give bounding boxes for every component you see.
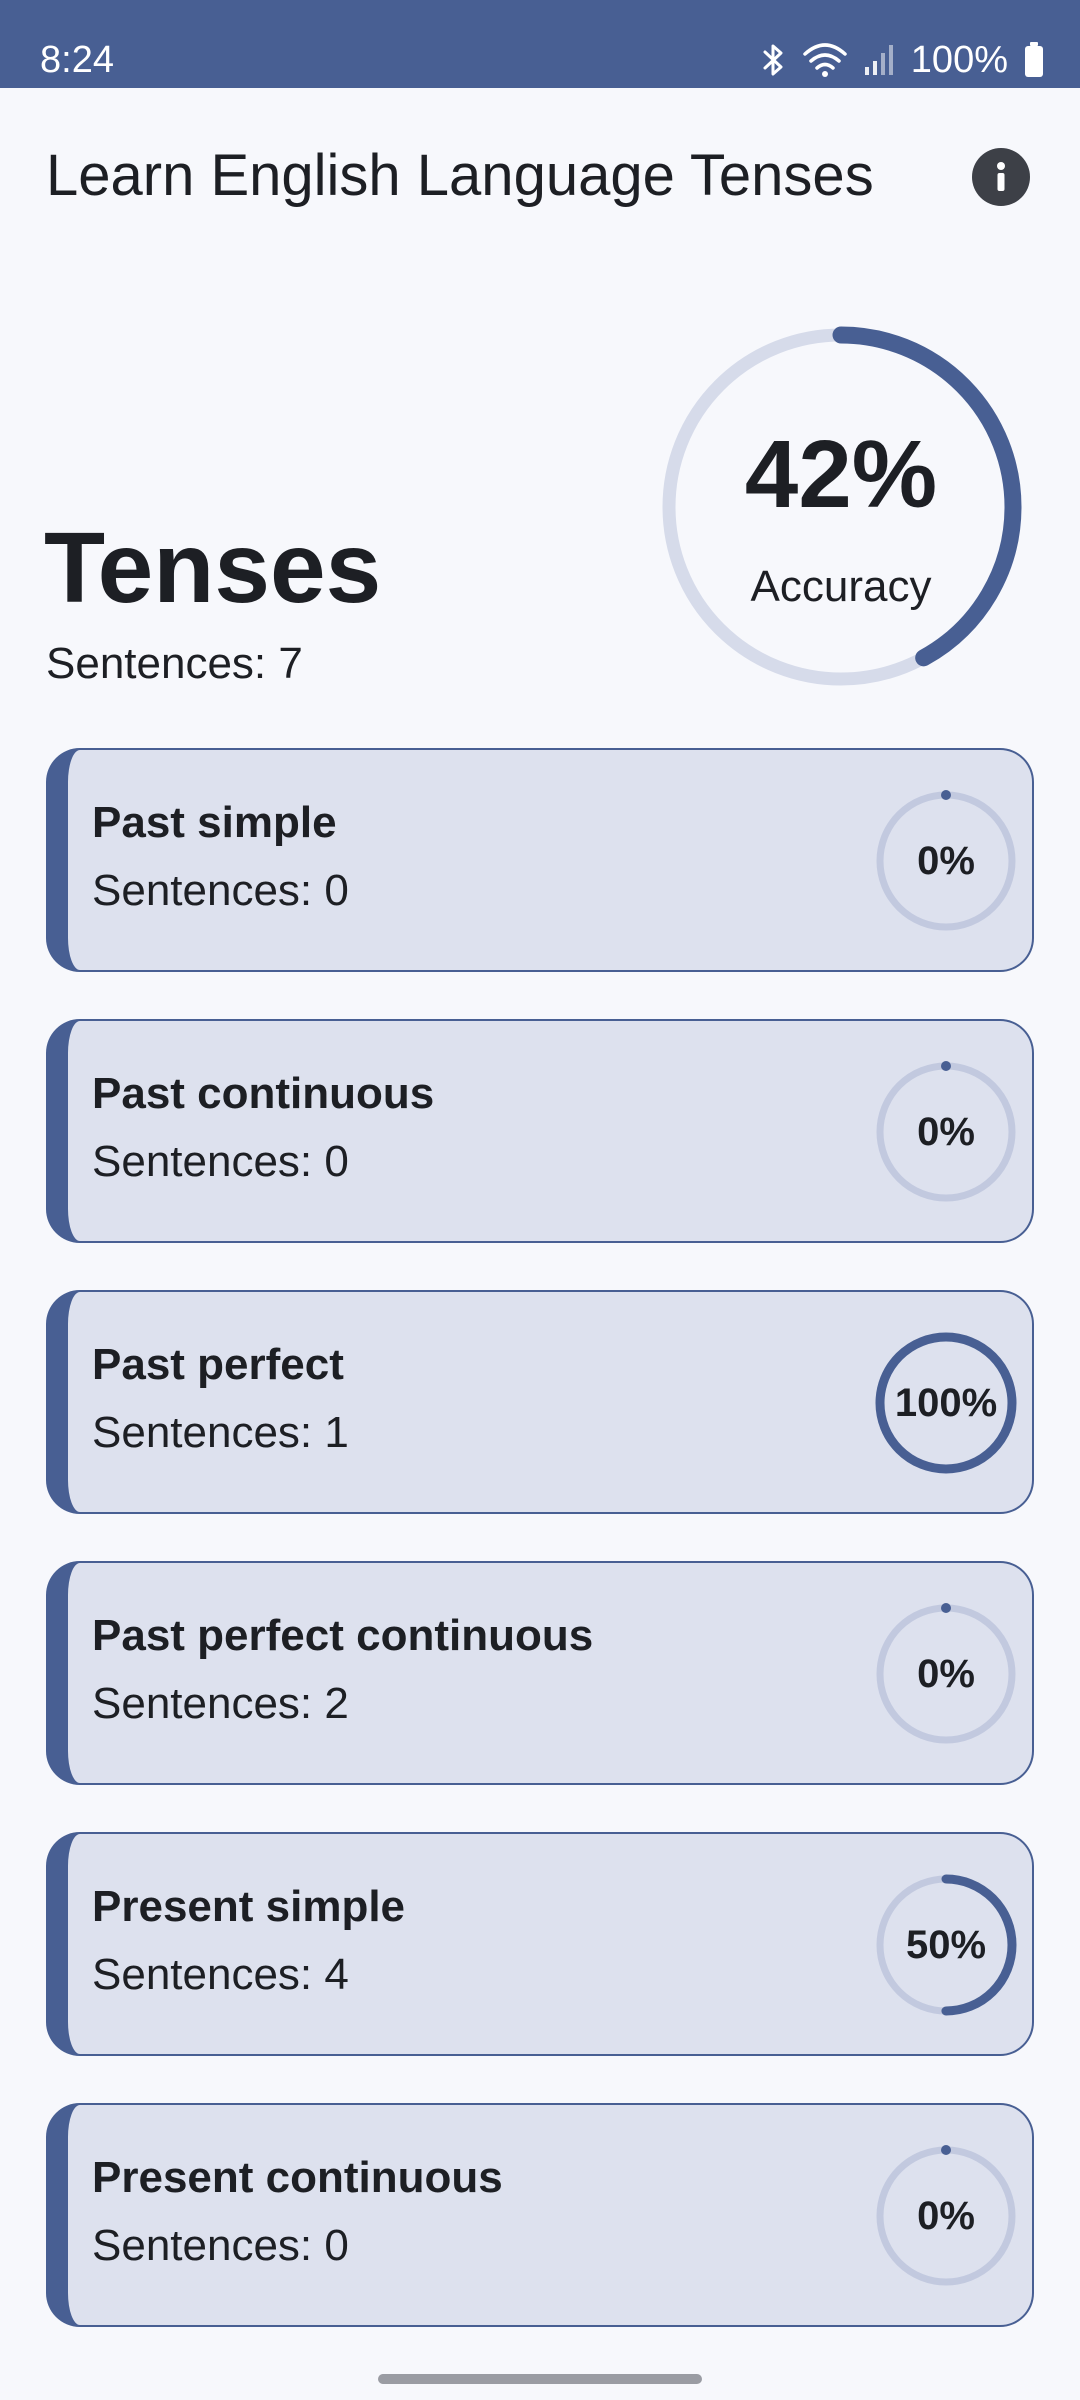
- tense-progress-ring: 100%: [872, 1329, 1020, 1477]
- tense-percent: 0%: [917, 1652, 975, 1696]
- tense-sentence-count: Sentences: 2: [92, 1679, 349, 1728]
- tense-name: Past perfect: [92, 1340, 344, 1389]
- tense-card[interactable]: Past perfect Sentences: 1 100%: [46, 1290, 1034, 1514]
- tense-sentence-count: Sentences: 0: [92, 1137, 349, 1186]
- tense-ring-progress-dot: [941, 2145, 951, 2155]
- tense-ring-progress-dot: [941, 790, 951, 800]
- tense-progress-ring: 50%: [872, 1871, 1020, 2019]
- accuracy-value: 42%: [744, 421, 938, 528]
- status-time: 8:24: [40, 39, 114, 81]
- tense-progress-ring: 0%: [872, 2142, 1020, 2290]
- info-icon: [997, 162, 1005, 191]
- bluetooth-icon: [759, 43, 787, 77]
- tense-percent: 100%: [894, 1381, 998, 1425]
- tense-card[interactable]: Present continuous Sentences: 0 0%: [46, 2103, 1034, 2327]
- tense-card[interactable]: Past continuous Sentences: 0 0%: [46, 1019, 1034, 1243]
- tense-list: Past simple Sentences: 0 0% Past continu…: [46, 748, 1034, 2374]
- battery-percent: 100%: [910, 39, 1008, 81]
- info-button[interactable]: [972, 148, 1030, 206]
- gesture-navigation-bar[interactable]: [378, 2374, 702, 2384]
- tense-sentence-count: Sentences: 1: [92, 1408, 349, 1457]
- tense-name: Present simple: [92, 1882, 406, 1931]
- tense-percent: 0%: [917, 2194, 975, 2238]
- tense-sentence-count: Sentences: 0: [92, 866, 349, 915]
- tense-percent: 50%: [905, 1923, 987, 1967]
- tense-ring-progress-dot: [941, 1603, 951, 1613]
- status-bar: 8:24 100%: [0, 0, 1080, 88]
- summary-title: Tenses: [44, 512, 382, 624]
- status-icons: 100%: [759, 36, 1044, 84]
- battery-icon: [1024, 42, 1044, 78]
- tense-name: Present continuous: [92, 2153, 503, 2202]
- signal-icon: [863, 43, 895, 77]
- tense-card[interactable]: Past perfect continuous Sentences: 2 0%: [46, 1561, 1034, 1785]
- tense-card[interactable]: Present simple Sentences: 4 50%: [46, 1832, 1034, 2056]
- wifi-icon: [803, 42, 847, 78]
- tense-sentence-count: Sentences: 0: [92, 2221, 349, 2270]
- tense-percent: 0%: [917, 1110, 975, 1154]
- tense-sentence-count: Sentences: 4: [92, 1950, 349, 1999]
- page-title: Learn English Language Tenses: [46, 143, 874, 208]
- tense-name: Past perfect continuous: [92, 1611, 594, 1660]
- tense-progress-ring: 0%: [872, 1058, 1020, 1206]
- accuracy-ring: 42% Accuracy: [654, 320, 1028, 694]
- tense-percent: 0%: [917, 839, 975, 883]
- tense-name: Past continuous: [92, 1069, 435, 1118]
- accuracy-label: Accuracy: [750, 562, 932, 611]
- tense-progress-ring: 0%: [872, 787, 1020, 935]
- tense-card[interactable]: Past simple Sentences: 0 0%: [46, 748, 1034, 972]
- summary-sentence-count: Sentences: 7: [46, 639, 303, 688]
- tense-ring-progress-dot: [941, 1061, 951, 1071]
- tense-progress-ring: 0%: [872, 1600, 1020, 1748]
- summary-section: Tenses Sentences: 7 42% Accuracy: [0, 300, 1080, 720]
- app-bar: Learn English Language Tenses: [0, 88, 1080, 268]
- tense-name: Past simple: [92, 798, 337, 847]
